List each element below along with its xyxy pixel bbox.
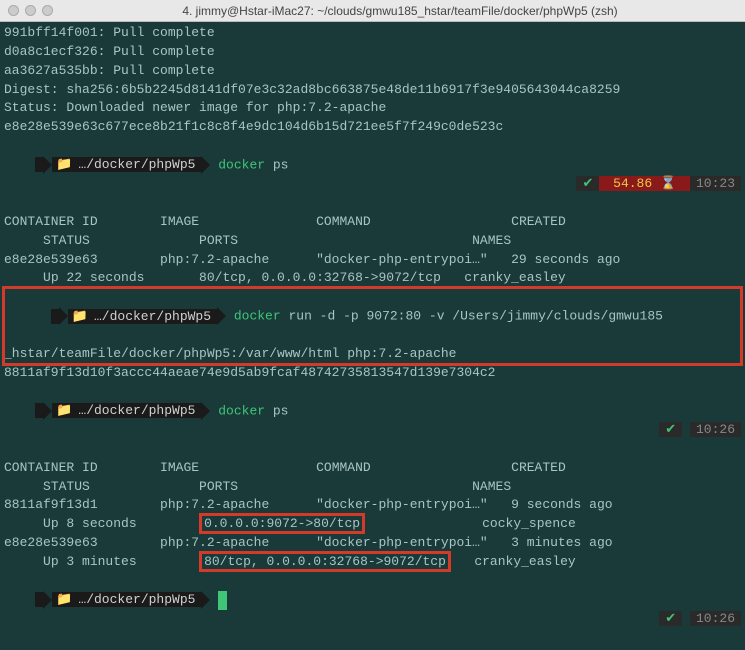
titlebar: 4. jimmy@Hstar-iMac27: ~/clouds/gmwu185_…	[0, 0, 745, 22]
cwd-path: …/docker/phpWp5	[92, 309, 217, 324]
output-line: 8811af9f13d10f3accc44aeae74e9d5ab9fcaf48…	[4, 364, 741, 383]
table-row: e8e28e539e63 php:7.2-apache "docker-php-…	[4, 251, 741, 270]
load-badge: 54.86 ⌛	[599, 176, 690, 191]
command-args: run -d -p 9072:80 -v /Users/jimmy/clouds…	[288, 309, 662, 324]
window-title: 4. jimmy@Hstar-iMac27: ~/clouds/gmwu185_…	[63, 4, 737, 18]
table-header: CONTAINER ID IMAGE COMMAND CREATED	[4, 459, 741, 478]
output-line: e8e28e539e63c677ece8b21f1c8c8f4e9dc104d6…	[4, 118, 741, 137]
prompt-line: 📁…/docker/phpWp5 docker run -d -p 9072:8…	[4, 288, 741, 345]
highlight-box: 📁…/docker/phpWp5 docker run -d -p 9072:8…	[4, 288, 741, 364]
highlight-box: 0.0.0.0:9072->80/tcp	[199, 513, 365, 534]
table-header: STATUS PORTS NAMES	[4, 478, 741, 497]
hourglass-icon: ⌛	[660, 176, 676, 191]
output-line: aa3627a535bb: Pull complete	[4, 62, 741, 81]
folder-icon: 📁	[52, 157, 76, 172]
folder-icon: 📁	[52, 403, 76, 418]
command-args-cont: _hstar/teamFile/docker/phpWp5:/var/www/h…	[4, 345, 741, 364]
command: docker	[218, 403, 265, 418]
command-args: ps	[273, 157, 289, 172]
cwd-path: …/docker/phpWp5	[76, 592, 201, 607]
time-badge: 10:26	[690, 611, 741, 626]
terminal-content[interactable]: 991bff14f001: Pull complete d0a8c1ecf326…	[0, 22, 745, 650]
cursor	[218, 591, 227, 610]
prompt-line: 📁…/docker/phpWp5 docker ps ✔ 54.86 ⌛ 10:…	[4, 137, 741, 213]
table-header: CONTAINER ID IMAGE COMMAND CREATED	[4, 213, 741, 232]
folder-icon: 📁	[68, 309, 92, 324]
status-check-icon: ✔	[659, 422, 682, 437]
output-line: d0a8c1ecf326: Pull complete	[4, 43, 741, 62]
time-badge: 10:23	[690, 176, 741, 191]
close-icon[interactable]	[8, 5, 19, 16]
status-check-icon: ✔	[659, 611, 682, 626]
cwd-path: …/docker/phpWp5	[76, 403, 201, 418]
output-line: Status: Downloaded newer image for php:7…	[4, 99, 741, 118]
table-header: STATUS PORTS NAMES	[4, 232, 741, 251]
cwd-path: …/docker/phpWp5	[76, 157, 201, 172]
traffic-lights	[8, 5, 53, 16]
status-check-icon: ✔	[576, 176, 599, 191]
highlight-box: 80/tcp, 0.0.0.0:32768->9072/tcp	[199, 551, 451, 572]
table-row: 8811af9f13d1 php:7.2-apache "docker-php-…	[4, 496, 741, 515]
output-line: Digest: sha256:6b5b2245d8141df07e3c32ad8…	[4, 81, 741, 100]
folder-icon: 📁	[52, 592, 76, 607]
prompt-line: 📁…/docker/phpWp5 docker ps ✔ 10:26	[4, 383, 741, 459]
command-args: ps	[273, 403, 289, 418]
minimize-icon[interactable]	[25, 5, 36, 16]
table-row: Up 8 seconds 0.0.0.0:9072->80/tcp cocky_…	[4, 515, 741, 534]
command: docker	[218, 157, 265, 172]
maximize-icon[interactable]	[42, 5, 53, 16]
table-row: Up 22 seconds 80/tcp, 0.0.0.0:32768->907…	[4, 269, 741, 288]
time-badge: 10:26	[690, 422, 741, 437]
command: docker	[234, 309, 281, 324]
prompt-line[interactable]: 📁…/docker/phpWp5 ✔ 10:26	[4, 572, 741, 648]
table-row: Up 3 minutes 80/tcp, 0.0.0.0:32768->9072…	[4, 553, 741, 572]
output-line: 991bff14f001: Pull complete	[4, 24, 741, 43]
